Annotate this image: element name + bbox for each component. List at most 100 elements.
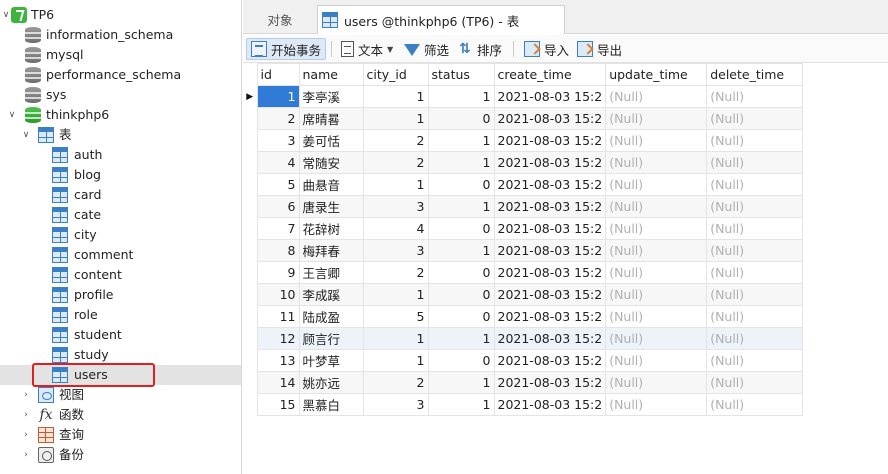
table-cell-status[interactable]: 1 xyxy=(427,371,495,394)
table-cell-city-id[interactable]: 3 xyxy=(362,195,429,218)
table-cell-update-time[interactable]: (Null) xyxy=(605,85,708,108)
column-header[interactable]: status xyxy=(427,63,495,86)
table-cell-status[interactable]: 1 xyxy=(427,239,495,262)
table-cell-id[interactable]: 10 xyxy=(256,283,300,306)
table-row[interactable]: 9 王言卿 2 0 2021-08-03 15:2 (Null) (Null) xyxy=(243,261,804,284)
table-cell-city-id[interactable]: 3 xyxy=(362,393,429,416)
table-cell-delete-time[interactable]: (Null) xyxy=(706,393,804,416)
table-cell-status[interactable]: 1 xyxy=(427,129,495,152)
table-cell-name[interactable]: 顾言行 xyxy=(298,327,364,350)
table-cell-id[interactable]: 5 xyxy=(256,173,300,196)
table-cell-status[interactable]: 0 xyxy=(427,107,495,130)
table-cell-status[interactable]: 0 xyxy=(427,173,495,196)
tree-db-performance-schema[interactable]: performance_schema xyxy=(0,65,241,85)
tree-table-comment[interactable]: comment xyxy=(0,245,241,265)
table-cell-delete-time[interactable]: (Null) xyxy=(706,305,804,328)
table-cell-delete-time[interactable]: (Null) xyxy=(706,195,804,218)
table-cell-name[interactable]: 席晴晷 xyxy=(298,107,364,130)
table-cell-id[interactable]: 8 xyxy=(256,239,300,262)
table-cell-create-time[interactable]: 2021-08-03 15:2 xyxy=(493,393,607,416)
table-cell-create-time[interactable]: 2021-08-03 15:2 xyxy=(493,151,607,174)
tree-table-role[interactable]: role xyxy=(0,305,241,325)
table-cell-create-time[interactable]: 2021-08-03 15:2 xyxy=(493,261,607,284)
table-cell-delete-time[interactable]: (Null) xyxy=(706,283,804,306)
table-cell-name[interactable]: 曲悬音 xyxy=(298,173,364,196)
table-cell-create-time[interactable]: 2021-08-03 15:2 xyxy=(493,173,607,196)
table-cell-name[interactable]: 陆成盈 xyxy=(298,305,364,328)
table-row[interactable]: 8 梅拜春 3 1 2021-08-03 15:2 (Null) (Null) xyxy=(243,239,804,262)
table-cell-create-time[interactable]: 2021-08-03 15:2 xyxy=(493,349,607,372)
table-cell-status[interactable]: 0 xyxy=(427,349,495,372)
table-cell-city-id[interactable]: 2 xyxy=(362,129,429,152)
table-cell-delete-time[interactable]: (Null) xyxy=(706,349,804,372)
table-row[interactable]: 14 姚亦远 2 1 2021-08-03 15:2 (Null) (Null) xyxy=(243,371,804,394)
table-cell-city-id[interactable]: 1 xyxy=(362,107,429,130)
table-row[interactable]: ▶ 1 李亭溪 1 1 2021-08-03 15:2 (Null) (Null) xyxy=(243,85,804,108)
tree-tables-node[interactable]: ∨ 表 xyxy=(0,125,241,145)
collapse-arrow-icon[interactable]: ∨ xyxy=(7,110,17,120)
tree-db-thinkphp6[interactable]: ∨ thinkphp6 xyxy=(0,105,241,125)
table-cell-name[interactable]: 李成蹊 xyxy=(298,283,364,306)
table-cell-update-time[interactable]: (Null) xyxy=(605,393,708,416)
column-header[interactable]: delete_time xyxy=(706,63,804,86)
table-cell-city-id[interactable]: 2 xyxy=(362,261,429,284)
import-button[interactable]: 导入 xyxy=(524,38,569,60)
filter-button[interactable]: 筛选 xyxy=(404,38,449,60)
tree-db-information-schema[interactable]: information_schema xyxy=(0,25,241,45)
table-row[interactable]: 11 陆成盈 5 0 2021-08-03 15:2 (Null) (Null) xyxy=(243,305,804,328)
expand-arrow-icon[interactable]: › xyxy=(21,390,31,400)
table-cell-name[interactable]: 姚亦远 xyxy=(298,371,364,394)
tree-table-cate[interactable]: cate xyxy=(0,205,241,225)
expand-arrow-icon[interactable]: › xyxy=(21,410,31,420)
table-cell-id[interactable]: 12 xyxy=(256,327,300,350)
table-cell-update-time[interactable]: (Null) xyxy=(605,151,708,174)
table-cell-id[interactable]: 11 xyxy=(256,305,300,328)
table-cell-name[interactable]: 常随安 xyxy=(298,151,364,174)
tree-queries-node[interactable]: › 查询 xyxy=(0,425,241,445)
tree-views-node[interactable]: › 视图 xyxy=(0,385,241,405)
tab-objects[interactable]: 对象 xyxy=(243,5,317,34)
table-cell-name[interactable]: 花辞树 xyxy=(298,217,364,240)
table-cell-delete-time[interactable]: (Null) xyxy=(706,371,804,394)
table-cell-delete-time[interactable]: (Null) xyxy=(706,173,804,196)
table-cell-id[interactable]: 15 xyxy=(256,393,300,416)
table-cell-name[interactable]: 黑慕白 xyxy=(298,393,364,416)
table-cell-status[interactable]: 0 xyxy=(427,217,495,240)
table-cell-update-time[interactable]: (Null) xyxy=(605,305,708,328)
table-cell-id[interactable]: 4 xyxy=(256,151,300,174)
table-cell-id[interactable]: 6 xyxy=(256,195,300,218)
table-cell-name[interactable]: 姜可恬 xyxy=(298,129,364,152)
table-cell-update-time[interactable]: (Null) xyxy=(605,129,708,152)
table-cell-create-time[interactable]: 2021-08-03 15:2 xyxy=(493,305,607,328)
table-row[interactable]: 10 李成蹊 1 0 2021-08-03 15:2 (Null) (Null) xyxy=(243,283,804,306)
table-cell-city-id[interactable]: 5 xyxy=(362,305,429,328)
table-cell-city-id[interactable]: 1 xyxy=(362,327,429,350)
table-row[interactable]: 15 黑慕白 3 1 2021-08-03 15:2 (Null) (Null) xyxy=(243,393,804,416)
sort-button[interactable]: ⇅ 排序 xyxy=(457,38,502,60)
table-row[interactable]: 6 唐录生 3 1 2021-08-03 15:2 (Null) (Null) xyxy=(243,195,804,218)
table-cell-create-time[interactable]: 2021-08-03 15:2 xyxy=(493,195,607,218)
expand-arrow-icon[interactable]: › xyxy=(21,450,31,460)
table-cell-id[interactable]: 3 xyxy=(256,129,300,152)
tree-table-profile[interactable]: profile xyxy=(0,285,241,305)
table-cell-status[interactable]: 1 xyxy=(427,327,495,350)
table-row[interactable]: 4 常随安 2 1 2021-08-03 15:2 (Null) (Null) xyxy=(243,151,804,174)
table-cell-city-id[interactable]: 3 xyxy=(362,239,429,262)
table-cell-city-id[interactable]: 4 xyxy=(362,217,429,240)
collapse-arrow-icon[interactable]: ∨ xyxy=(21,130,31,140)
table-cell-status[interactable]: 0 xyxy=(427,261,495,284)
table-cell-create-time[interactable]: 2021-08-03 15:2 xyxy=(493,239,607,262)
table-cell-city-id[interactable]: 1 xyxy=(362,173,429,196)
column-header[interactable]: id xyxy=(256,63,300,86)
table-cell-update-time[interactable]: (Null) xyxy=(605,261,708,284)
table-cell-status[interactable]: 1 xyxy=(427,195,495,218)
tree-table-card[interactable]: card xyxy=(0,185,241,205)
table-cell-name[interactable]: 梅拜春 xyxy=(298,239,364,262)
table-cell-create-time[interactable]: 2021-08-03 15:2 xyxy=(493,371,607,394)
tree-db-sys[interactable]: sys xyxy=(0,85,241,105)
table-row[interactable]: 3 姜可恬 2 1 2021-08-03 15:2 (Null) (Null) xyxy=(243,129,804,152)
table-cell-delete-time[interactable]: (Null) xyxy=(706,239,804,262)
column-header[interactable]: create_time xyxy=(493,63,607,86)
table-cell-delete-time[interactable]: (Null) xyxy=(706,129,804,152)
table-cell-id[interactable]: 7 xyxy=(256,217,300,240)
